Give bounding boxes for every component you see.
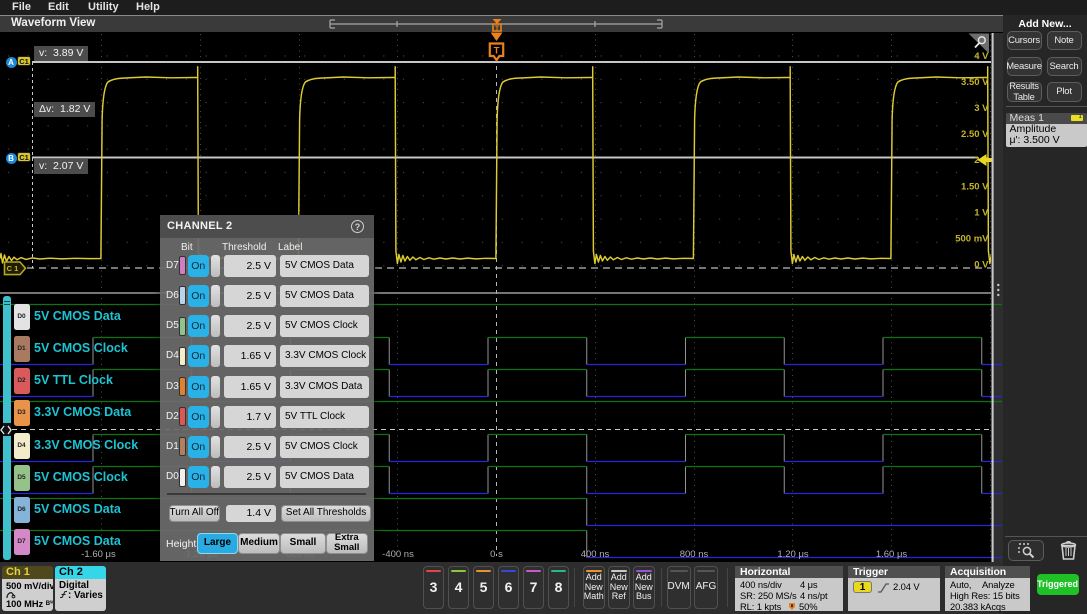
svg-text:T: T bbox=[494, 46, 500, 57]
svg-text:500 mV: 500 mV bbox=[955, 234, 989, 245]
svg-text:4 V: 4 V bbox=[974, 51, 989, 62]
svg-text:T: T bbox=[495, 26, 500, 33]
svg-text:0 V: 0 V bbox=[974, 260, 989, 271]
svg-text:C 1: C 1 bbox=[7, 264, 19, 273]
svg-text:800 ns: 800 ns bbox=[680, 549, 709, 560]
svg-text:2.50 V: 2.50 V bbox=[961, 129, 989, 140]
svg-text:3 V: 3 V bbox=[974, 103, 989, 114]
svg-text:1.60 μs: 1.60 μs bbox=[876, 549, 908, 560]
svg-text:1 V: 1 V bbox=[974, 208, 989, 219]
svg-text:400 ns: 400 ns bbox=[581, 549, 610, 560]
svg-text:0 s: 0 s bbox=[490, 549, 503, 560]
svg-text:3.50 V: 3.50 V bbox=[961, 77, 989, 88]
svg-text:1.50 V: 1.50 V bbox=[961, 181, 989, 192]
svg-text:-400 ns: -400 ns bbox=[382, 549, 414, 560]
svg-text:1.20 μs: 1.20 μs bbox=[777, 549, 809, 560]
svg-text:-1.60 μs: -1.60 μs bbox=[81, 549, 116, 560]
